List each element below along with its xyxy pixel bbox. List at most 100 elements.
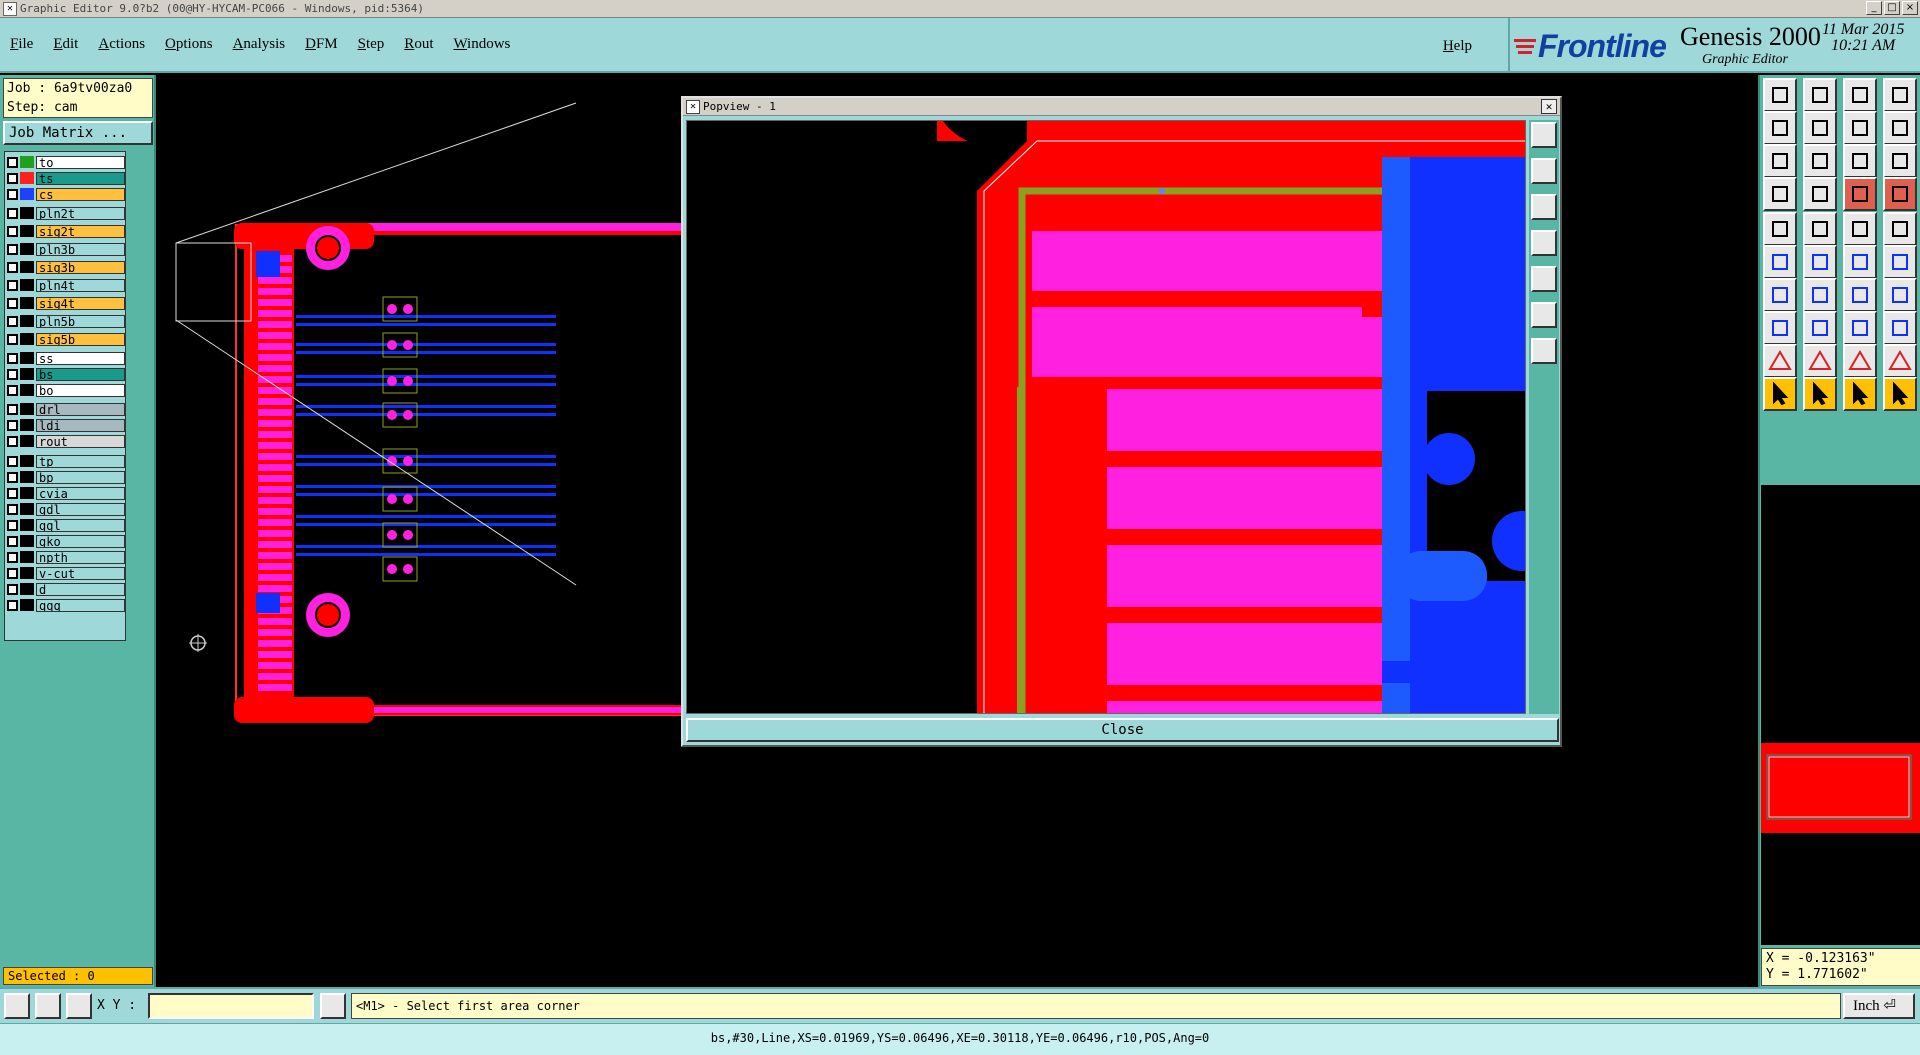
layer-row[interactable]: pln4t	[7, 278, 125, 292]
popview-zoom-in-icon[interactable]	[1531, 122, 1557, 148]
snap-mode-icon[interactable]	[4, 993, 30, 1019]
layer-name[interactable]: drl	[36, 402, 125, 416]
layer-name[interactable]: sig5b	[36, 332, 125, 346]
connect-alt-icon[interactable]	[1883, 245, 1917, 279]
layer-row[interactable]: cvia	[7, 486, 125, 500]
layer-row[interactable]: ss	[7, 351, 125, 365]
layer-checkbox[interactable]	[7, 599, 18, 611]
popview-canvas[interactable]	[686, 120, 1526, 714]
layer-checkbox[interactable]	[7, 172, 18, 184]
layer-checkbox[interactable]	[7, 503, 18, 515]
maximize-button[interactable]: □	[1884, 1, 1900, 15]
copy-icon[interactable]	[1883, 311, 1917, 345]
popview-close-icon[interactable]: ✕	[1541, 99, 1557, 114]
layer-name[interactable]: cvia	[36, 486, 125, 500]
layer-name[interactable]: ggl	[36, 518, 125, 532]
unit-selector[interactable]: Inch ⏎	[1843, 993, 1915, 1019]
layer-name[interactable]: to	[36, 155, 125, 169]
layer-row[interactable]: gko	[7, 534, 125, 548]
popview-fit-icon[interactable]	[1531, 302, 1557, 328]
info-icon[interactable]	[320, 993, 346, 1019]
pointer-alt-icon[interactable]	[1843, 377, 1877, 411]
layer-name[interactable]: sig3b	[36, 260, 125, 274]
menu-actions[interactable]: Actions	[98, 36, 145, 53]
layer-checkbox[interactable]	[7, 352, 18, 364]
home-icon[interactable]	[1843, 78, 1877, 112]
zoom-fit-icon[interactable]	[1763, 144, 1797, 178]
triangle-b-icon[interactable]	[1843, 344, 1877, 378]
layer-row[interactable]: ggl	[7, 518, 125, 532]
layer-row[interactable]: pln3b	[7, 242, 125, 256]
menu-help[interactable]: Help	[1443, 38, 1472, 55]
popview-center-icon[interactable]	[1531, 338, 1557, 364]
popview-window[interactable]: ✕ Popview - 1 ✕ Close	[681, 96, 1562, 747]
move-icon[interactable]	[1763, 311, 1797, 345]
window-icon[interactable]	[1883, 78, 1917, 112]
layer-name[interactable]: tp	[36, 454, 125, 468]
line-draw-icon[interactable]	[1763, 278, 1797, 312]
cross-node-icon[interactable]	[1803, 245, 1837, 279]
menu-options[interactable]: Options	[165, 36, 213, 53]
triangle-icon[interactable]	[1763, 344, 1797, 378]
layer-row[interactable]: tp	[7, 454, 125, 468]
layer-name[interactable]: rout	[36, 434, 125, 448]
layer-checkbox[interactable]	[7, 435, 18, 447]
snap-tool-icon[interactable]	[1803, 177, 1837, 211]
xy-input[interactable]	[148, 993, 314, 1019]
layer-name[interactable]: npth	[36, 550, 125, 564]
layer-row[interactable]: to	[7, 155, 125, 169]
slash-icon[interactable]	[1803, 278, 1837, 312]
job-matrix-button[interactable]: Job Matrix ...	[3, 121, 153, 145]
layer-checkbox[interactable]	[7, 471, 18, 483]
layer-row[interactable]: pln2t	[7, 206, 125, 220]
triangle-c-icon[interactable]	[1883, 344, 1917, 378]
layer-down-icon[interactable]	[1883, 177, 1917, 211]
layer-row[interactable]: pln5b	[7, 314, 125, 328]
minus-icon[interactable]	[1803, 311, 1837, 345]
layer-row[interactable]: sig3b	[7, 260, 125, 274]
resize-icon[interactable]	[1843, 311, 1877, 345]
layer-checkbox[interactable]	[7, 583, 18, 595]
save-icon[interactable]	[1803, 78, 1837, 112]
line-color-icon[interactable]	[1803, 212, 1837, 246]
popview-pan-left-icon[interactable]	[1531, 230, 1557, 256]
popview-zoom-out-icon[interactable]	[1531, 158, 1557, 184]
layer-row[interactable]: qqq	[7, 598, 125, 612]
scale-icon[interactable]	[1843, 144, 1877, 178]
open-job-icon[interactable]	[1763, 78, 1797, 112]
dot-icon[interactable]	[1883, 212, 1917, 246]
layer-checkbox[interactable]	[7, 315, 18, 327]
layer-name[interactable]: bs	[36, 367, 125, 381]
layer-checkbox[interactable]	[7, 243, 18, 255]
close-window-button[interactable]: ×	[1902, 1, 1918, 15]
layer-checkbox[interactable]	[7, 261, 18, 273]
pad-icon[interactable]	[1763, 212, 1797, 246]
layer-name[interactable]: ss	[36, 351, 125, 365]
layer-name[interactable]: pln2t	[36, 206, 125, 220]
pointer-icon[interactable]	[1763, 377, 1797, 411]
layer-name[interactable]: gko	[36, 534, 125, 548]
window-titlebar[interactable]: ✕ Graphic Editor 9.0?b2 (00@HY-HYCAM-PC0…	[0, 0, 1920, 18]
menu-analysis[interactable]: Analysis	[233, 36, 286, 53]
layer-row[interactable]: cs	[7, 187, 125, 201]
layer-name[interactable]: pln4t	[36, 278, 125, 292]
minimize-button[interactable]: _	[1866, 1, 1882, 15]
layer-checkbox[interactable]	[7, 384, 18, 396]
layer-row[interactable]: bo	[7, 383, 125, 397]
layer-checkbox[interactable]	[7, 156, 18, 168]
node-icon[interactable]	[1763, 245, 1797, 279]
layer-row[interactable]: d	[7, 582, 125, 596]
layer-name[interactable]: pln3b	[36, 242, 125, 256]
menu-windows[interactable]: Windows	[453, 36, 510, 53]
popview-pan-right-icon[interactable]	[1531, 266, 1557, 292]
layer-checkbox[interactable]	[7, 403, 18, 415]
menu-dfm[interactable]: DFM	[305, 36, 338, 53]
layer-row[interactable]: drl	[7, 402, 125, 416]
zoom-home-icon[interactable]	[1803, 144, 1837, 178]
menu-step[interactable]: Step	[358, 36, 385, 53]
measure-tool-icon[interactable]	[1763, 177, 1797, 211]
redraw-icon[interactable]	[1843, 111, 1877, 145]
layer-row[interactable]: npth	[7, 550, 125, 564]
layer-name[interactable]: qqq	[36, 598, 125, 612]
layer-name[interactable]: sig4t	[36, 296, 125, 310]
